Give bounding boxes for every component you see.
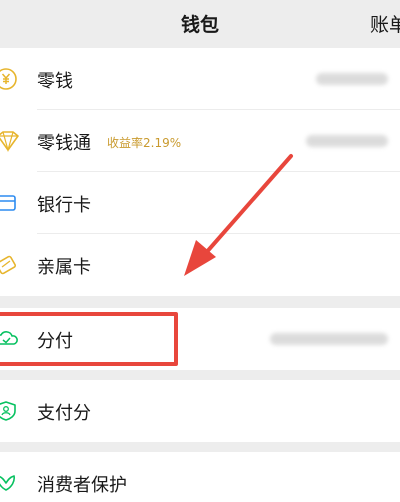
- annotation-arrow: [184, 154, 293, 276]
